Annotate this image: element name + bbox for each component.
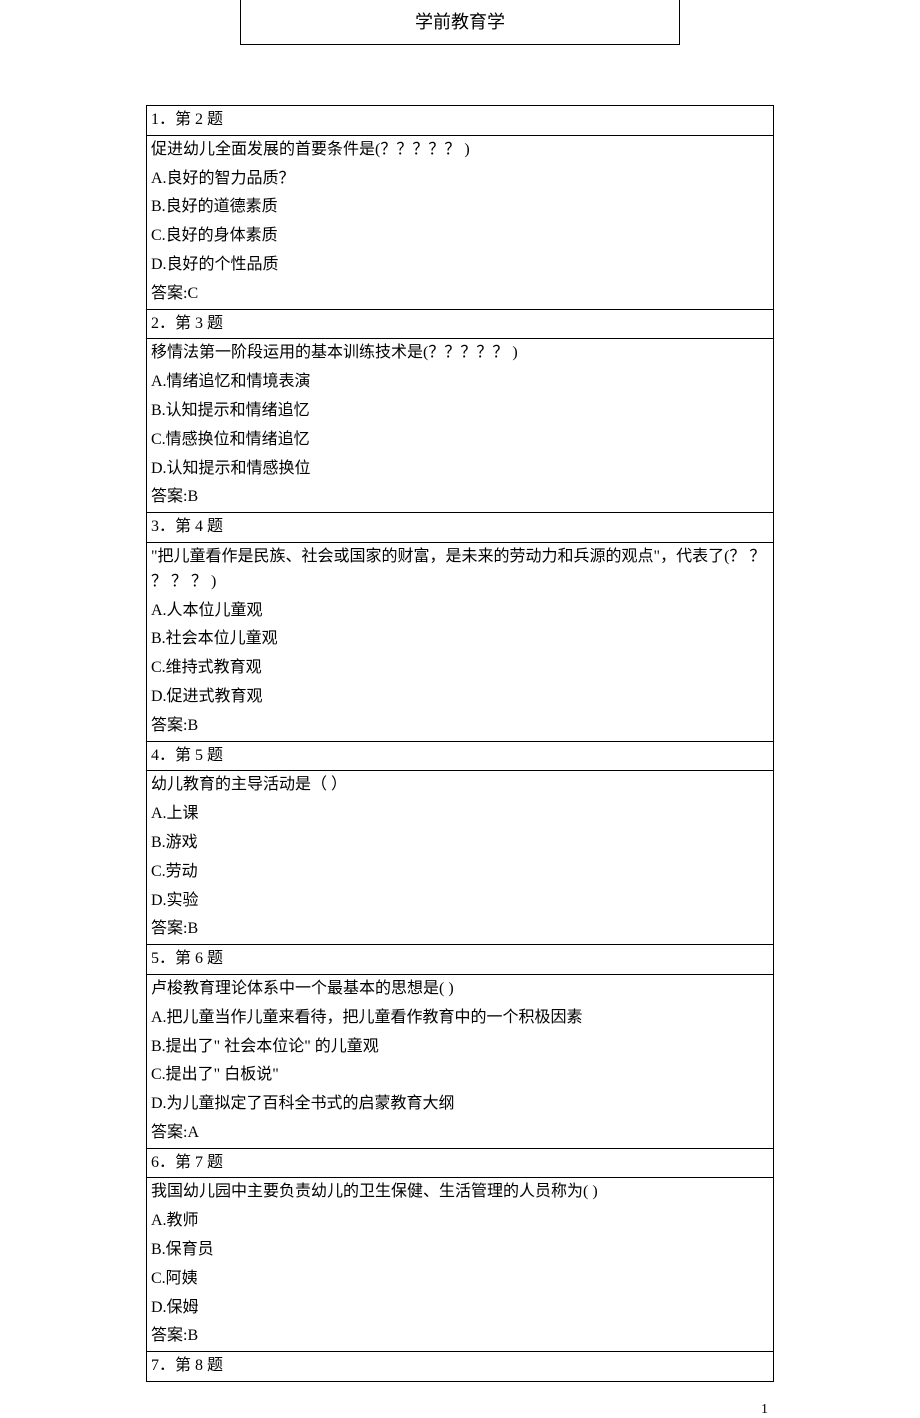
question-header: 4．第 5 题 xyxy=(147,741,774,771)
question-option: C.劳动 xyxy=(147,858,774,887)
question-answer: 答案:A xyxy=(147,1119,774,1148)
question-header: 7．第 8 题 xyxy=(147,1352,774,1382)
question-option: A.上课 xyxy=(147,800,774,829)
question-header: 5．第 6 题 xyxy=(147,945,774,975)
question-answer: 答案:B xyxy=(147,1322,774,1351)
question-option: D.认知提示和情感换位 xyxy=(147,455,774,484)
question-option: D.保姆 xyxy=(147,1294,774,1323)
question-header: 1．第 2 题 xyxy=(147,106,774,136)
question-option: C.良好的身体素质 xyxy=(147,222,774,251)
question-option: A.把儿童当作儿童来看待，把儿童看作教育中的一个积极因素 xyxy=(147,1004,774,1033)
question-option: B.游戏 xyxy=(147,829,774,858)
question-answer: 答案:B xyxy=(147,915,774,944)
question-option: A.情绪追忆和情境表演 xyxy=(147,368,774,397)
question-answer: 答案:C xyxy=(147,280,774,309)
question-option: D.实验 xyxy=(147,887,774,916)
question-option: C.提出了" 白板说" xyxy=(147,1061,774,1090)
question-option: D.良好的个性品质 xyxy=(147,251,774,280)
question-option: C.维持式教育观 xyxy=(147,654,774,683)
question-option: B.提出了" 社会本位论" 的儿童观 xyxy=(147,1033,774,1062)
question-option: D.促进式教育观 xyxy=(147,683,774,712)
question-option: B.认知提示和情绪追忆 xyxy=(147,397,774,426)
question-header: 3．第 4 题 xyxy=(147,513,774,543)
page-number: 1 xyxy=(146,1402,774,1418)
question-option: B.良好的道德素质 xyxy=(147,193,774,222)
question-prompt: 我国幼儿园中主要负责幼儿的卫生保健、生活管理的人员称为( ) xyxy=(147,1178,774,1207)
question-prompt: 幼儿教育的主导活动是（ ） xyxy=(147,771,774,800)
question-option: C.阿姨 xyxy=(147,1265,774,1294)
question-prompt: 促进幼儿全面发展的首要条件是(？？？？？ ) xyxy=(147,135,774,164)
question-prompt: 移情法第一阶段运用的基本训练技术是(？？？？？ ) xyxy=(147,339,774,368)
question-answer: 答案:B xyxy=(147,712,774,741)
question-answer: 答案:B xyxy=(147,483,774,512)
question-option: A.教师 xyxy=(147,1207,774,1236)
question-option: B.社会本位儿童观 xyxy=(147,625,774,654)
question-prompt: 卢梭教育理论体系中一个最基本的思想是( ) xyxy=(147,974,774,1003)
question-option: C.情感换位和情绪追忆 xyxy=(147,426,774,455)
page-title: 学前教育学 xyxy=(240,0,680,45)
question-option: A.良好的智力品质？ xyxy=(147,165,774,194)
question-table: 1．第 2 题促进幼儿全面发展的首要条件是(？？？？？ )A.良好的智力品质？B… xyxy=(146,105,774,1382)
title-text: 学前教育学 xyxy=(415,12,505,32)
question-header: 6．第 7 题 xyxy=(147,1148,774,1178)
question-option: B.保育员 xyxy=(147,1236,774,1265)
question-option: A.人本位儿童观 xyxy=(147,597,774,626)
question-prompt: "把儿童看作是民族、社会或国家的财富，是未来的劳动力和兵源的观点"，代表了(？ … xyxy=(147,542,774,596)
question-header: 2．第 3 题 xyxy=(147,309,774,339)
question-option: D.为儿童拟定了百科全书式的启蒙教育大纲 xyxy=(147,1090,774,1119)
